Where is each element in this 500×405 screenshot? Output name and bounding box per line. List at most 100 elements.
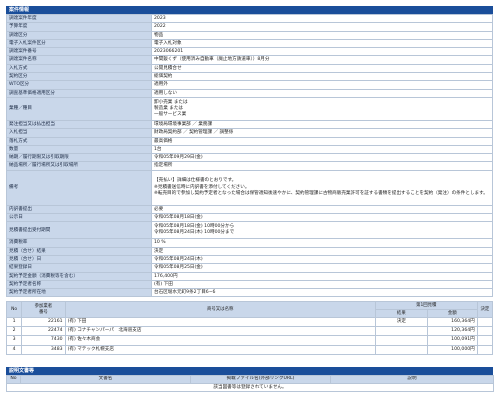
col-name-header: 商号又は名称 [64,301,376,318]
info-label: 発注担当又は払出担当 [6,119,152,130]
doc-panel-title: 説明文書等 [6,367,493,375]
info-row: 調達案件番号 2023066201 [6,47,493,57]
info-label: 入札方式 [6,63,152,74]
info-row: 見積書提出受付期間 令和05年08月18日(金) 10時00分から 令和05年08… [6,221,493,240]
info-value: 電子入札対象 [151,38,493,49]
info-row: 見積（合せ）結果 決定 [6,246,493,256]
info-value: 総価契約 [151,72,493,82]
info-value: 決定 [151,246,493,256]
info-row: 契約予定金額（消費税等を含む） 176,400円 [6,271,493,281]
info-label: 見積（合せ）日 [6,254,152,265]
info-value: 中間鈑くず（使用済み自動車（廃止地方鉄道車））8月分 [151,55,493,65]
col-decision-header: 決定 [476,301,494,318]
bid-row: 2 22474 (有) コナチャンパーパ 北海道支店 120,364円 [5,326,494,337]
info-row: 結果登録日 令和05年08月25日(金) [6,263,493,273]
bid-company-name: (有) 佐々木商会 [64,335,376,346]
info-label: 落札方式 [6,136,152,146]
info-value: 最高価格 [151,136,493,146]
info-label: WTO区分 [6,80,152,90]
info-label: 数量 [6,144,152,155]
info-row: 調達案件年度 2023 [6,13,493,24]
info-label: 業種／種目 [6,96,152,121]
info-row: 業種／種目 卸小売業 または 製造業 または 一般サービス業 [6,96,493,121]
info-row: 契約区分 総価契約 [6,72,493,82]
info-row: 電子入札案件区分 電子入札対象 [6,38,493,49]
bid-no: 3 [5,335,23,346]
info-value: 適用しない [151,88,493,98]
info-label: 調達案件名称 [6,55,152,65]
info-label: 契約予定者名称 [6,279,152,290]
info-value: 環境局環境事業部 ／ 業務課 [151,119,493,130]
info-row: 入札担当 財政局契約部 ／ 契約管理課 ／ 調整係 [6,128,493,138]
info-row: 納品場所／履行場所又は引取場所 指定場所 [6,161,493,171]
bid-amount: 100,091円 [426,335,478,346]
bid-no: 4 [5,344,23,355]
info-row: WTO区分 適用外 [6,80,493,90]
info-label: 契約区分 [6,72,152,82]
bid-table: No 参加業者 番号 商号又は名称 第1回見積 決定 結果 金額 1 22161(… [5,301,494,355]
bid-company-name: (有) 下田 [64,316,376,328]
info-row: 消費税率 10 % [6,238,493,248]
bid-decision [476,326,494,337]
info-label: 契約予定者所在地 [6,288,152,298]
info-value: 財政局契約部 ／ 契約管理課 ／ 調整係 [151,128,493,138]
info-value: 指定場所 [151,161,493,171]
info-row: 契約予定者所在地 台石区堀水元町9条2丁目6−6 [6,288,493,298]
col-amount-header: 金額 [426,309,478,318]
info-label: 結果登録日 [6,263,152,273]
info-label: 調達区分 [6,30,152,40]
bid-row: 4 3483 (有) マテック札幌支店 100,000円 [5,344,494,355]
info-value: 適用外 [151,80,493,90]
col-reg-no-header: 参加業者 番号 [21,301,66,318]
info-row: 備考 【売払い】詳細は仕様書のとおりです。 ※見積書送信時に内訳書を添付してくださ… [6,169,493,206]
doc-col-file-header: 掲載ファイル名(外部リンクURL) [190,375,331,384]
info-label: 納期／履行期限又は引取期限 [6,153,152,163]
info-value: 176,400円 [151,271,493,281]
info-label: 電子入札案件区分 [6,38,152,49]
bid-amount: 120,364円 [426,326,478,337]
info-row: 発注担当又は払出担当 環境局環境事業部 ／ 業務課 [6,119,493,130]
info-label: 内訳書提出 [6,204,152,215]
bid-no: 1 [5,316,23,328]
info-value: 台石区堀水元町9条2丁目6−6 [151,288,493,298]
info-row: 調査基準価格適用区分 適用しない [6,88,493,98]
info-panel-title: 案件情報 [6,6,493,14]
info-row: 見積（合せ）日 令和05年08月24日(木) [6,254,493,265]
doc-empty-message: 該当図書等は登録されていません。 [6,382,494,392]
info-label: 予算年度 [6,22,152,32]
info-row: 入札方式 公開見積合せ [6,63,493,74]
bid-decision [476,316,494,328]
bid-company-name: (有) コナチャンパーパ 北海道支店 [64,326,376,337]
info-value: (有) 下田 [151,279,493,290]
bid-result [374,335,428,346]
doc-col-no-header: No [6,375,21,384]
bid-result [374,344,428,355]
info-row: 落札方式 最高価格 [6,136,493,146]
info-value: 2022 [151,22,493,32]
info-table: 調達案件年度 2023 予算年度 2022 調達区分 物品 電子入札案件区分 電子入札対象 調達… [6,13,493,298]
info-label: 入札担当 [6,128,152,138]
info-value: 1台 [151,144,493,155]
info-row: 内訳書提出 必要 [6,204,493,215]
info-label: 契約予定金額（消費税等を含む） [6,271,152,281]
bid-panel: No 参加業者 番号 商号又は名称 第1回見積 決定 結果 金額 1 22161(… [5,301,494,355]
col-result-header: 結果 [374,309,428,318]
info-value: 必要 [151,204,493,215]
info-value: 令和05年08月18日(金) [151,213,493,223]
info-row: 数量 1台 [6,144,493,155]
info-value: 【売払い】詳細は仕様書のとおりです。 ※見積書送信時に内訳書を添付してください。… [151,169,493,206]
info-value: 令和05年08月24日(木) [151,254,493,265]
info-value: 令和05年08月25日(金) [151,263,493,273]
bid-company-name: (有) マテック札幌支店 [64,344,376,355]
info-label: 調達案件番号 [6,47,152,57]
bid-result [374,326,428,337]
info-row: 公示日 令和05年08月18日(金) [6,213,493,223]
info-value: 令和05年09月29日(金) [151,153,493,163]
bid-row: 1 22161 (有) 下田 決定 160,364円 [5,316,494,328]
info-value: 公開見積合せ [151,63,493,74]
info-row: 契約予定者名称 (有) 下田 [6,279,493,290]
info-value: 卸小売業 または 製造業 または 一般サービス業 [151,96,493,121]
info-value: 2023066201 [151,47,493,57]
info-value: 2023 [151,13,493,24]
bid-amount: 100,000円 [426,344,478,355]
